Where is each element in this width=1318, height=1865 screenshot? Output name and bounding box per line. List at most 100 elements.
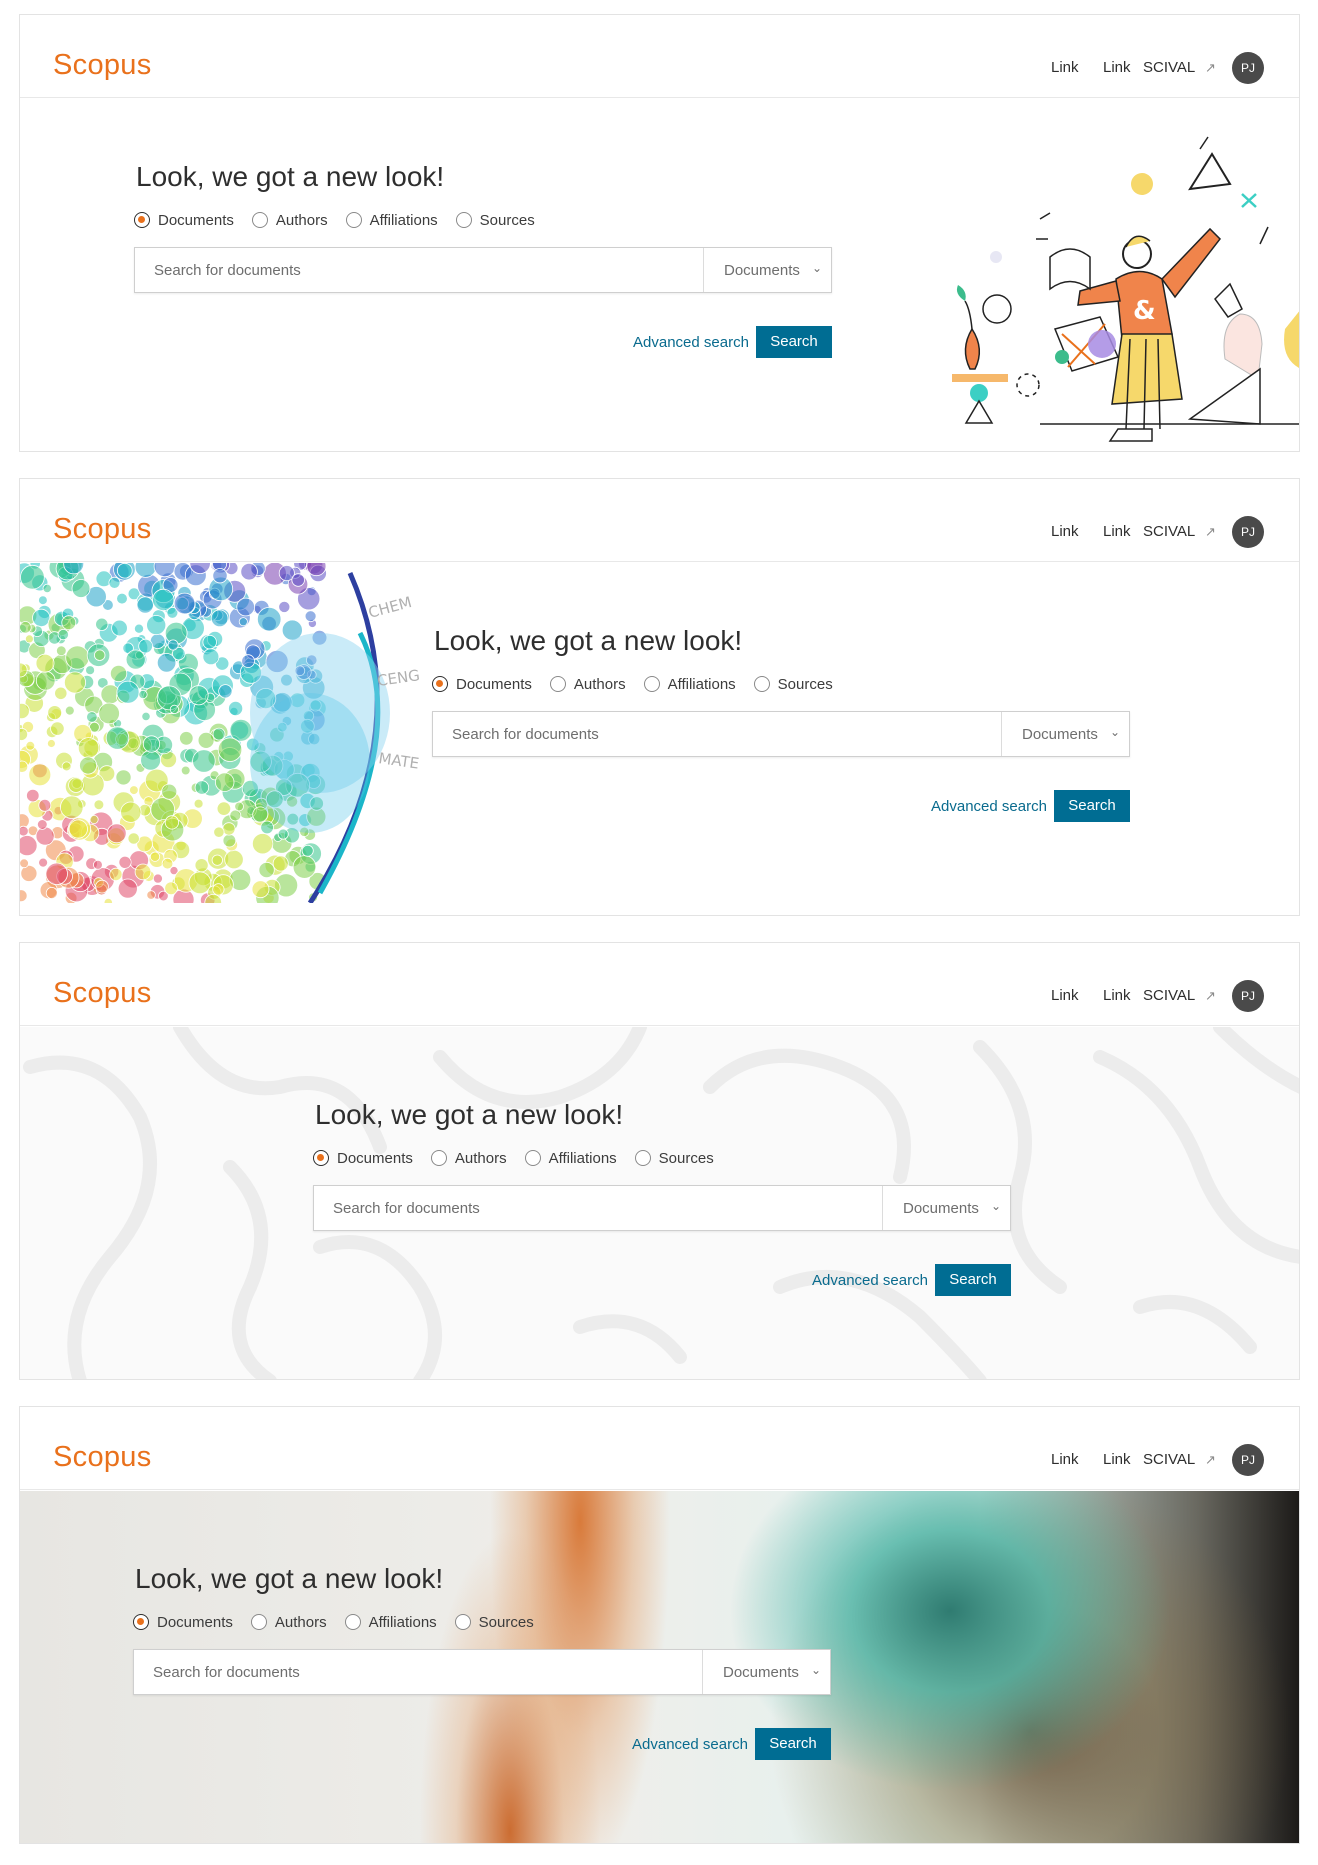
radio-affiliations[interactable]: Affiliations	[643, 676, 736, 693]
bubble	[61, 615, 77, 631]
radio-icon	[344, 1614, 361, 1630]
bubble	[134, 863, 152, 881]
bubble	[20, 835, 38, 857]
scival-link[interactable]: SCIVAL	[1143, 523, 1195, 540]
radio-icon	[454, 1614, 471, 1630]
search-block: Look, we got a new look! Documents Autho…	[133, 1563, 833, 1763]
advanced-search-link[interactable]: Advanced search	[931, 798, 1047, 815]
bubble	[179, 731, 194, 746]
radio-documents[interactable]: Documents	[313, 1150, 413, 1167]
scopus-logo[interactable]: Scopus	[53, 1441, 152, 1474]
nav-link-1[interactable]: Link	[1051, 1451, 1079, 1468]
bubble	[234, 801, 244, 812]
search-type-radios: Documents Authors Affiliations Sources	[313, 1147, 732, 1169]
bubble	[38, 595, 48, 605]
radio-authors[interactable]: Authors	[251, 212, 328, 229]
bubble	[134, 623, 145, 634]
bubble	[278, 600, 291, 613]
radio-documents[interactable]: Documents	[133, 1614, 233, 1631]
bubble	[212, 568, 228, 584]
scopus-logo[interactable]: Scopus	[53, 977, 152, 1010]
bubble	[28, 763, 52, 787]
radio-label: Authors	[573, 675, 626, 693]
scival-link[interactable]: SCIVAL	[1143, 59, 1195, 76]
nav-link-2[interactable]: Link	[1103, 987, 1131, 1004]
advanced-search-link[interactable]: Advanced search	[812, 1272, 928, 1289]
hero-illustration: &	[952, 136, 1299, 442]
search-input[interactable]: Search for documents Documents ⌄	[313, 1185, 1011, 1231]
bubble	[93, 859, 103, 870]
user-avatar[interactable]: PJ	[1232, 980, 1264, 1012]
advanced-search-link[interactable]: Advanced search	[632, 1736, 748, 1753]
radio-icon	[643, 676, 660, 692]
field-divider	[703, 248, 704, 292]
bubble	[222, 822, 236, 836]
bubble	[212, 883, 225, 896]
variant-ink: Scopus Link Link SCIVAL ↗ PJ Look, we go…	[19, 1406, 1300, 1844]
search-placeholder: Search for documents	[333, 1200, 480, 1217]
bubble	[117, 878, 138, 899]
bubble	[138, 638, 153, 654]
radio-label: Authors	[274, 1613, 327, 1631]
scival-link[interactable]: SCIVAL	[1143, 987, 1195, 1004]
bubble	[47, 705, 63, 721]
advanced-search-link[interactable]: Advanced search	[633, 334, 749, 351]
bubble	[224, 849, 244, 870]
search-button[interactable]: Search	[935, 1264, 1011, 1296]
radio-affiliations[interactable]: Affiliations	[345, 212, 438, 229]
user-avatar[interactable]: PJ	[1232, 1444, 1264, 1476]
search-scope-dropdown[interactable]: Documents	[723, 1664, 799, 1681]
search-input[interactable]: Search for documents Documents ⌄	[134, 247, 832, 293]
radio-authors[interactable]: Authors	[549, 675, 626, 693]
nav-link-1[interactable]: Link	[1051, 987, 1079, 1004]
nav-link-2[interactable]: Link	[1103, 1451, 1131, 1468]
bubble	[212, 727, 226, 741]
radio-sources[interactable]: Sources	[455, 212, 535, 229]
radio-sources[interactable]: Sources	[634, 1150, 714, 1167]
nav-link-2[interactable]: Link	[1103, 523, 1131, 540]
bubble	[20, 621, 32, 634]
bubble	[20, 813, 30, 829]
bubble	[45, 862, 68, 886]
search-input[interactable]: Search for documents Documents ⌄	[133, 1649, 831, 1695]
search-input[interactable]: Search for documents Documents ⌄	[432, 711, 1130, 757]
search-scope-dropdown[interactable]: Documents	[1022, 726, 1098, 743]
radio-affiliations[interactable]: Affiliations	[344, 1614, 437, 1631]
search-scope-dropdown[interactable]: Documents	[903, 1200, 979, 1217]
radio-sources[interactable]: Sources	[454, 1614, 534, 1631]
user-avatar[interactable]: PJ	[1232, 516, 1264, 548]
nav-link-2[interactable]: Link	[1103, 59, 1131, 76]
bubble	[161, 857, 174, 870]
radio-documents[interactable]: Documents	[432, 676, 532, 693]
radio-authors[interactable]: Authors	[430, 1150, 507, 1167]
bubble	[169, 704, 179, 714]
search-button[interactable]: Search	[1054, 790, 1130, 822]
scival-link[interactable]: SCIVAL	[1143, 1451, 1195, 1468]
radio-affiliations[interactable]: Affiliations	[524, 1150, 617, 1167]
bubble	[57, 629, 69, 641]
radio-sources[interactable]: Sources	[753, 676, 833, 693]
bubble	[193, 798, 204, 809]
radio-authors[interactable]: Authors	[250, 1613, 327, 1631]
bubble-label-ceng: CENG	[376, 666, 421, 690]
bubble	[136, 596, 154, 614]
bubble	[118, 855, 132, 869]
nav-link-1[interactable]: Link	[1051, 523, 1079, 540]
search-button[interactable]: Search	[755, 1728, 831, 1760]
scopus-logo[interactable]: Scopus	[53, 49, 152, 82]
top-header: Scopus Link Link SCIVAL ↗ PJ	[20, 15, 1299, 98]
bubble	[238, 617, 248, 627]
search-button[interactable]: Search	[756, 326, 832, 358]
radio-documents[interactable]: Documents	[134, 212, 234, 229]
bubble	[301, 844, 314, 857]
search-scope-dropdown[interactable]: Documents	[724, 262, 800, 279]
bubble	[292, 855, 317, 879]
bubble	[35, 826, 55, 846]
search-placeholder: Search for documents	[452, 726, 599, 743]
user-avatar[interactable]: PJ	[1232, 52, 1264, 84]
bubble	[45, 886, 58, 899]
bubble	[260, 820, 274, 835]
nav-link-1[interactable]: Link	[1051, 59, 1079, 76]
bubble	[228, 700, 244, 716]
scopus-logo[interactable]: Scopus	[53, 513, 152, 546]
